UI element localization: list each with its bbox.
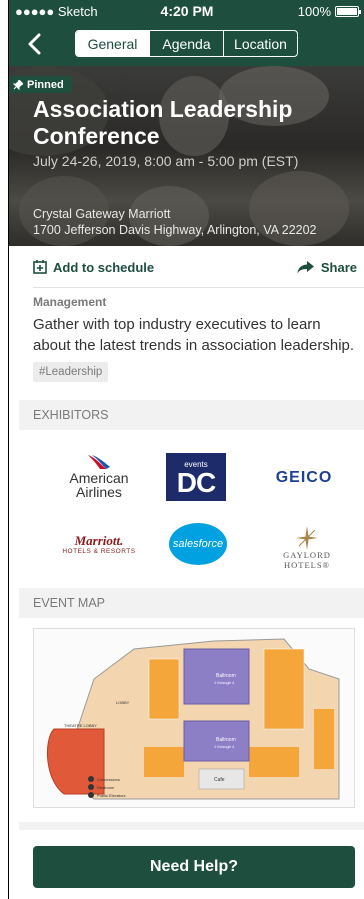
section-divider bbox=[19, 822, 364, 830]
event-date: July 24-26, 2019, 8:00 am - 5:00 pm (EST… bbox=[33, 153, 299, 169]
tab-general[interactable]: General bbox=[76, 31, 149, 56]
map-cafe: Cafe bbox=[214, 777, 225, 783]
gaylord-sub: HOTELS® bbox=[283, 560, 331, 570]
event-map-heading: EVENT MAP bbox=[19, 588, 364, 618]
salesforce-logo[interactable]: salesforce bbox=[169, 523, 227, 565]
back-chevron-icon[interactable] bbox=[25, 32, 45, 56]
marriott-main: Marriott. bbox=[74, 532, 124, 548]
tab-agenda[interactable]: Agenda bbox=[149, 31, 223, 56]
tab-location[interactable]: Location bbox=[223, 31, 297, 56]
share-arrow-icon bbox=[297, 261, 314, 274]
map-ballroom-b-sub: 1 through 4 bbox=[214, 744, 235, 749]
add-to-schedule-button[interactable]: Add to schedule bbox=[33, 260, 154, 275]
event-hero: Pinned Association Leadership Conference… bbox=[9, 66, 364, 246]
gaylord-logo[interactable]: GAYLORD HOTELS® bbox=[271, 518, 343, 578]
american-airlines-line1: American bbox=[69, 470, 129, 486]
share-button[interactable]: Share bbox=[297, 260, 357, 275]
event-description: Gather with top industry executives to l… bbox=[33, 316, 355, 354]
map-lobby: LOBBY bbox=[116, 700, 130, 705]
american-airlines-line2: Airlines bbox=[76, 484, 122, 500]
event-category: Management bbox=[33, 295, 107, 309]
status-bar: ●●●●● Sketch 4:20 PM 100% bbox=[9, 0, 364, 22]
nav-header: ●●●●● Sketch 4:20 PM 100% General Agenda… bbox=[9, 0, 364, 66]
need-help-button[interactable]: Need Help? bbox=[33, 846, 355, 888]
floor-plan-graphic: Ballroom 1 through 4 Ballroom 1 through … bbox=[46, 638, 340, 800]
pin-icon bbox=[13, 79, 23, 90]
battery-percent: 100% bbox=[297, 4, 331, 19]
battery-indicator: 100% bbox=[297, 4, 361, 19]
geico-logo[interactable]: GEICO bbox=[264, 465, 344, 491]
pinned-badge: Pinned bbox=[9, 76, 72, 93]
event-tag[interactable]: #Leadership bbox=[33, 362, 109, 382]
american-airlines-logo[interactable]: American Airlines bbox=[49, 450, 149, 502]
marriott-sub: HOTELS & RESORTS bbox=[62, 547, 136, 555]
map-legend-restroom: Restroom bbox=[97, 785, 115, 790]
segmented-tabs: General Agenda Location bbox=[75, 30, 298, 57]
geico-text: GEICO bbox=[275, 469, 333, 486]
venue-name: Crystal Gateway Marriott bbox=[33, 207, 171, 221]
calendar-add-icon bbox=[33, 260, 47, 274]
event-venue: Crystal Gateway Marriott 1700 Jefferson … bbox=[33, 206, 317, 238]
map-ballroom-b: Ballroom bbox=[216, 737, 236, 743]
events-dc-logo[interactable]: events DC bbox=[166, 453, 226, 501]
pinned-label: Pinned bbox=[27, 78, 64, 91]
venue-address: 1700 Jefferson Davis Highway, Arlington,… bbox=[33, 223, 317, 237]
american-airlines-mark-icon bbox=[88, 455, 110, 469]
map-legend-elevators: Public Elevators bbox=[97, 793, 126, 798]
event-floor-map[interactable]: Ballroom 1 through 4 Ballroom 1 through … bbox=[33, 628, 355, 808]
add-to-schedule-label: Add to schedule bbox=[53, 259, 155, 275]
gaylord-main: GAYLORD bbox=[283, 550, 331, 560]
battery-icon bbox=[335, 6, 361, 17]
gaylord-star-icon bbox=[296, 526, 318, 550]
event-actions: Add to schedule Share bbox=[33, 257, 357, 277]
map-ballroom-a: Ballroom bbox=[216, 673, 236, 679]
marriott-logo[interactable]: Marriott. HOTELS & RESORTS bbox=[49, 528, 149, 560]
events-dc-main: DC bbox=[176, 466, 216, 498]
salesforce-text: salesforce bbox=[172, 538, 224, 550]
app-frame: ●●●●● Sketch 4:20 PM 100% General Agenda… bbox=[8, 0, 364, 899]
map-ballroom-a-sub: 1 through 4 bbox=[214, 680, 235, 685]
map-theatre-lobby: THEATRE LOBBY bbox=[64, 723, 97, 728]
share-label: Share bbox=[320, 259, 357, 275]
map-legend-concessions: Concessions bbox=[97, 777, 120, 782]
divider bbox=[33, 287, 364, 288]
event-title: Association Leadership Conference bbox=[33, 96, 293, 149]
exhibitors-heading: EXHIBITORS bbox=[19, 400, 364, 430]
